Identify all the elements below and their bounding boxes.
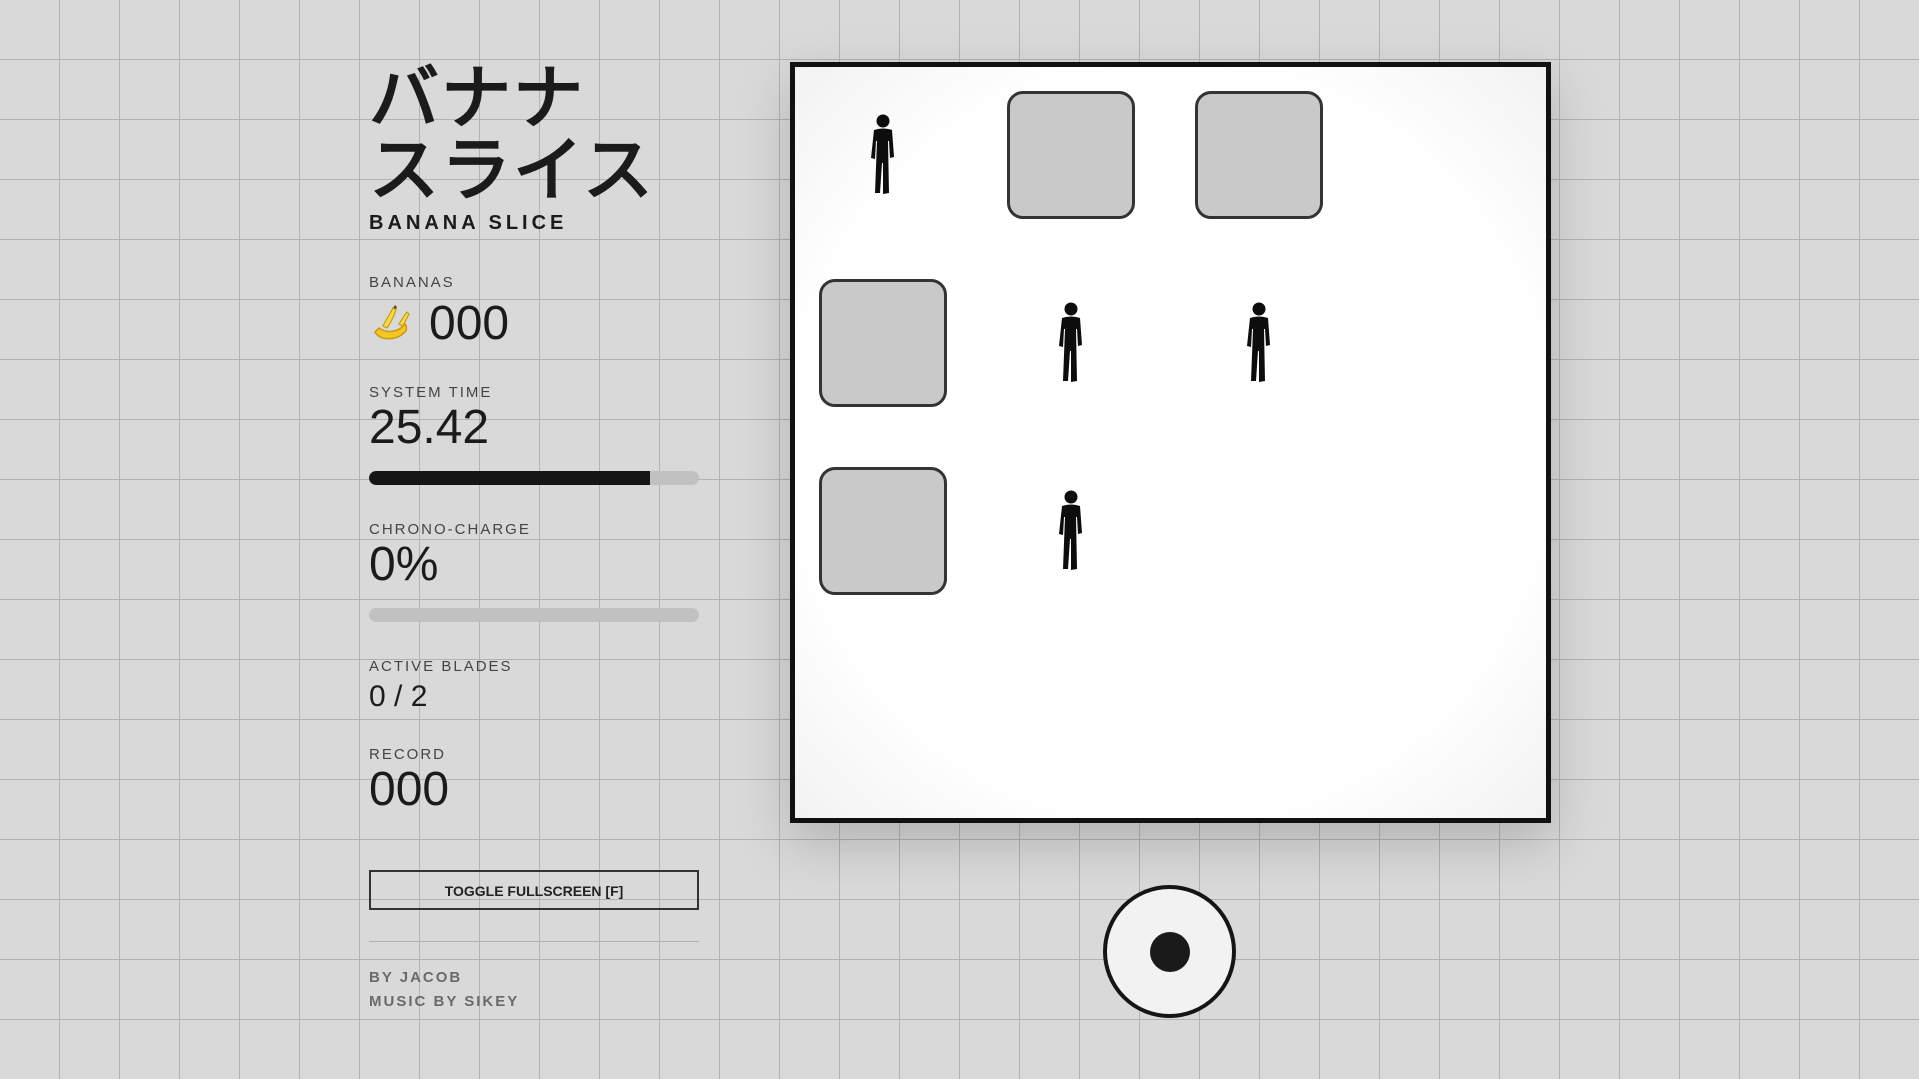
system-time-bar [369,471,699,485]
banana-icon [369,302,413,346]
board-tile[interactable] [819,467,947,595]
system-time-label: SYSTEM TIME [369,384,493,401]
chrono-charge-label: CHRONO-CHARGE [369,521,531,538]
credit-music: MUSIC BY SIKEY [369,993,520,1010]
title-japanese: バナナ スライス [369,57,655,211]
credits: BY JACOB MUSIC BY SIKEY [369,966,519,1014]
chrono-charge-bar [369,608,699,622]
person-icon[interactable] [1239,301,1279,385]
bananas-stat: BANANAS 000 [369,274,509,351]
record-label: RECORD [369,746,447,763]
chrono-charge-stat: CHRONO-CHARGE 0% [369,521,699,622]
toggle-fullscreen-button[interactable]: TOGGLE FULLSCREEN [F] [369,870,699,910]
bananas-count: 000 [429,297,510,350]
system-time-value: 25.42 [369,401,490,454]
record-stat: RECORD 000 [369,746,449,817]
chrono-charge-value: 0% [369,538,439,591]
divider [369,941,699,942]
board-tile[interactable] [1195,91,1323,219]
record-value: 000 [369,763,450,816]
person-icon[interactable] [1051,489,1091,573]
title-english: BANANA SLICE [369,212,568,234]
credit-author: BY JACOB [369,969,463,986]
active-blades-value: 0 / 2 [369,680,428,713]
person-icon[interactable] [1051,301,1091,385]
game-board[interactable] [790,62,1551,823]
slice-button[interactable] [1103,885,1236,1018]
active-blades-label: ACTIVE BLADES [369,658,513,675]
active-blades-stat: ACTIVE BLADES 0 / 2 [369,658,513,715]
slice-button-dot [1149,931,1190,972]
system-time-bar-fill [369,471,650,485]
board-tile[interactable] [819,279,947,407]
board-tile[interactable] [1007,91,1135,219]
hud-panel: バナナ スライス BANANA SLICE BANANAS 000 SYSTEM… [369,57,699,1010]
system-time-stat: SYSTEM TIME 25.42 [369,384,699,485]
person-icon[interactable] [863,113,903,197]
bananas-label: BANANAS [369,274,455,291]
